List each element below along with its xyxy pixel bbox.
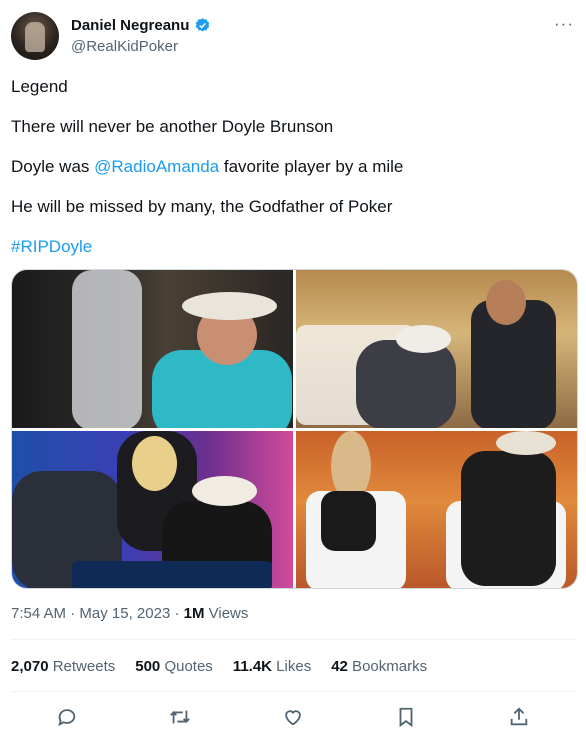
engagement-stats: 2,070 Retweets 500 Quotes 11.4K Likes 42… (11, 658, 427, 675)
tweet-meta: 7:54 AM · May 15, 2023 · 1M Views (11, 605, 248, 622)
stat-count: 500 (135, 658, 161, 675)
tweet-header: Daniel Negreanu @RealKidPoker ··· (11, 12, 576, 62)
reply-icon[interactable] (56, 706, 80, 730)
author-name[interactable]: Daniel Negreanu (71, 17, 189, 34)
tweet-date[interactable]: May 15, 2023 (79, 605, 170, 622)
quotes-stat[interactable]: 500 Quotes (135, 658, 213, 675)
likes-stat[interactable]: 11.4K Likes (233, 658, 311, 675)
photo-1[interactable] (12, 270, 293, 428)
like-icon[interactable] (282, 706, 306, 730)
stat-count: 11.4K (232, 658, 273, 675)
bookmark-icon[interactable] (395, 706, 419, 730)
views-count: 1M (183, 605, 205, 622)
photo-3[interactable] (12, 431, 293, 588)
media-grid (11, 269, 578, 589)
meta-separator: · (170, 605, 184, 622)
photo-4[interactable] (296, 431, 577, 588)
divider (11, 691, 576, 692)
action-bar (0, 706, 586, 730)
author-avatar[interactable] (11, 12, 59, 60)
divider (11, 639, 576, 640)
tweet-line: There will never be another Doyle Brunso… (11, 117, 334, 136)
stat-label: Likes (272, 658, 312, 675)
stat-count: 2,070 (11, 658, 49, 675)
stat-label: Bookmarks (347, 658, 428, 675)
tweet-line: He will be missed by many, the Godfather… (11, 197, 393, 216)
tweet-text: favorite player by a mile (219, 157, 404, 176)
photo-2[interactable] (296, 270, 577, 428)
retweet-icon[interactable] (169, 706, 193, 730)
share-icon[interactable] (508, 706, 532, 730)
mention-link[interactable]: @RadioAmanda (94, 157, 219, 176)
more-options-icon[interactable]: ··· (554, 14, 574, 34)
tweet-time[interactable]: 7:54 AM (11, 605, 66, 622)
tweet-line: Doyle was @RadioAmanda favorite player b… (11, 156, 403, 178)
stat-label: Quotes (160, 658, 213, 675)
author-handle[interactable]: @RealKidPoker (71, 38, 178, 55)
bookmarks-stat[interactable]: 42 Bookmarks (331, 658, 427, 675)
hashtag-link[interactable]: #RIPDoyle (11, 236, 92, 258)
meta-separator: · (66, 605, 80, 622)
tweet-line: Legend (11, 77, 68, 96)
verified-badge-icon (194, 17, 211, 34)
stat-label: Retweets (48, 658, 116, 675)
stat-count: 42 (331, 658, 348, 675)
retweets-stat[interactable]: 2,070 Retweets (11, 658, 115, 675)
views-label: Views (204, 605, 249, 622)
tweet-text: Doyle was (11, 157, 95, 176)
